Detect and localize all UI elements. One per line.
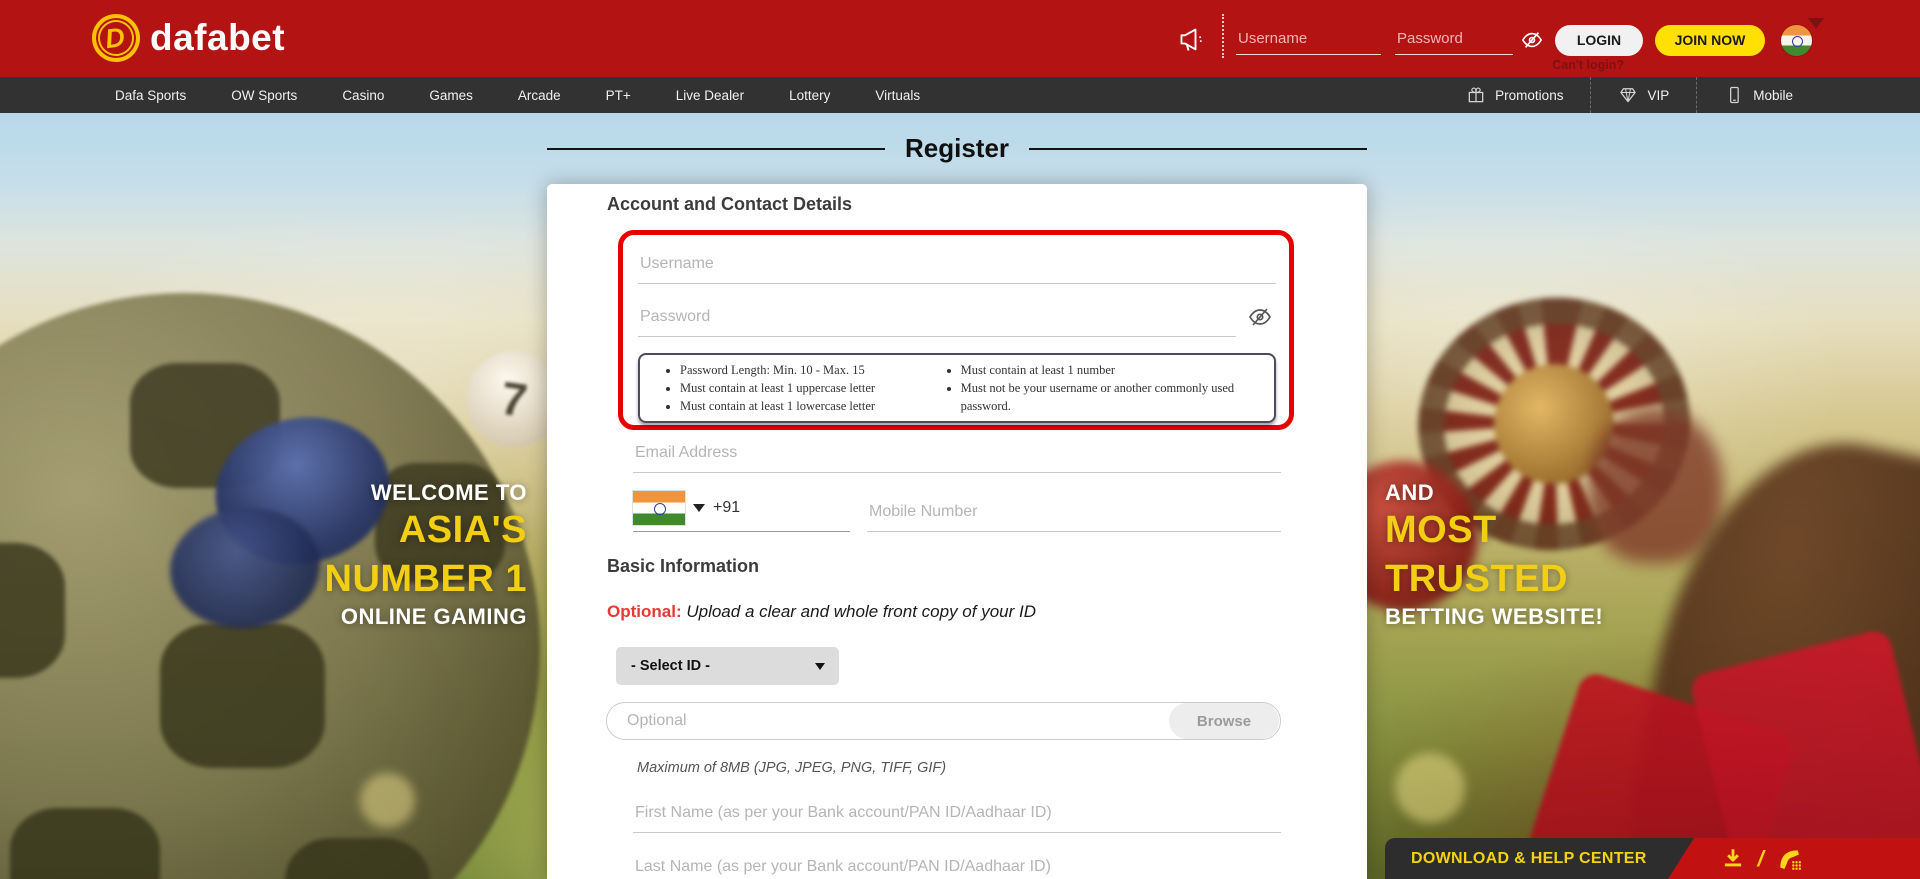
announcement-megaphone-icon[interactable] [1176,26,1208,54]
header-password-input[interactable] [1395,25,1513,55]
main-nav: Dafa Sports OW Sports Casino Games Arcad… [0,77,1920,113]
upload-instruction: Optional: Upload a clear and whole front… [607,602,1036,622]
registration-panel: Account and Contact Details Password Len… [547,184,1367,879]
dial-code: +91 [713,499,741,516]
diamond-icon [1620,88,1637,103]
password-rule: Must contain at least 1 number [961,362,1250,380]
india-flag-icon[interactable] [1781,24,1812,56]
promo-text-right: AND MOST TRUSTED BETTING WEBSITE! [1385,480,1825,630]
mobile-number-input[interactable] [867,491,1281,532]
join-now-button[interactable]: JOIN NOW [1655,24,1765,56]
nav-item-games[interactable]: Games [429,88,473,103]
nav-left: Dafa Sports OW Sports Casino Games Arcad… [0,88,920,103]
download-help-icons: / [1668,838,1920,879]
nav-item-arcade[interactable]: Arcade [518,88,561,103]
password-rule: Must not be your username or another com… [961,380,1250,416]
help-phone-icon[interactable] [1776,846,1802,872]
password-rule: Must contain at least 1 lowercase letter [680,398,935,416]
nav-item-vip[interactable]: VIP [1590,77,1696,113]
download-help-center-button[interactable]: DOWNLOAD & HELP CENTER [1385,838,1694,879]
mobile-phone-icon [1730,86,1740,104]
header-login-area: LOGIN JOIN NOW [1176,14,1812,62]
login-button[interactable]: LOGIN [1555,24,1643,56]
country-code-selector[interactable]: +91 [633,491,850,532]
first-name-input[interactable] [633,796,1281,833]
nav-item-virtuals[interactable]: Virtuals [875,88,920,103]
nav-item-ow-sports[interactable]: OW Sports [231,88,297,103]
password-rule: Password Length: Min. 10 - Max. 15 [680,362,935,380]
nav-item-casino[interactable]: Casino [342,88,384,103]
section-title-account: Account and Contact Details [607,194,853,214]
file-path-input[interactable] [607,712,1169,730]
header-username-input[interactable] [1236,25,1381,55]
flag-dropdown-caret-icon [1808,18,1824,29]
promo-line: AND [1385,480,1435,505]
top-header: D dafabet LOGIN JOIN NOW Can't login? [0,0,1920,77]
logo-ring-icon: D [88,10,144,66]
bokeh-light [360,773,415,828]
register-username-input[interactable] [638,243,1276,284]
promo-line: ONLINE GAMING [340,604,527,629]
title-divider-line [547,147,885,150]
india-flag-icon [633,491,685,525]
download-icon[interactable] [1720,846,1746,872]
nav-item-lottery[interactable]: Lottery [789,88,830,103]
highlight-annotation-box: Password Length: Min. 10 - Max. 15 Must … [618,230,1294,430]
password-requirements-box: Password Length: Min. 10 - Max. 15 Must … [638,353,1276,424]
bokeh-light [1395,753,1465,823]
email-input[interactable] [633,436,1281,473]
upload-note: Maximum of 8MB (JPG, JPEG, PNG, TIFF, GI… [637,760,947,776]
cant-login-link[interactable]: Can't login? [1552,58,1624,72]
promo-line: TRUSTED [1385,558,1568,600]
file-upload-field: Browse [606,702,1281,740]
title-divider-line [1029,147,1368,150]
eye-slash-icon[interactable] [1246,305,1274,329]
nav-item-live-dealer[interactable]: Live Dealer [676,88,744,103]
nav-right: Promotions VIP Mobile [1439,77,1920,113]
nav-item-mobile[interactable]: Mobile [1696,77,1820,113]
nav-item-pt-plus[interactable]: PT+ [606,88,631,103]
password-rule: Must contain at least 1 uppercase letter [680,380,935,398]
logo-wordmark: dafabet [150,17,286,58]
nav-item-promotions[interactable]: Promotions [1439,77,1590,113]
optional-hint: Upload a clear and whole front copy of y… [686,602,1036,621]
promo-text-left: WELCOME TO ASIA'S NUMBER 1 ONLINE GAMING [0,480,527,630]
chevron-down-icon [815,662,825,670]
last-name-input[interactable] [633,850,1281,879]
dafabet-logo[interactable]: D dafabet [88,10,286,66]
gift-icon [1468,87,1484,103]
dotted-divider [1222,14,1224,58]
slash-separator: / [1755,845,1767,871]
page-title: Register [904,133,1010,163]
promo-line: WELCOME TO [370,480,527,505]
nav-item-dafa-sports[interactable]: Dafa Sports [115,88,186,103]
promo-line: NUMBER 1 [324,558,527,600]
id-type-select[interactable]: - Select ID - [616,647,839,685]
section-title-basic: Basic Information [607,556,760,576]
promo-line: ASIA'S [398,509,527,551]
chevron-down-icon [693,504,705,512]
phone-row: +91 [633,488,1281,532]
register-heading-row: Register [547,133,1368,164]
eye-slash-icon[interactable] [1519,29,1545,51]
id-type-selected-value: - Select ID - [631,658,710,674]
register-password-input[interactable] [638,296,1236,337]
optional-label: Optional: [607,602,682,621]
download-help-bar: DOWNLOAD & HELP CENTER / [1385,838,1920,879]
promo-line: BETTING WEBSITE! [1385,604,1604,629]
promo-line: MOST [1385,509,1497,551]
browse-button[interactable]: Browse [1169,703,1279,739]
